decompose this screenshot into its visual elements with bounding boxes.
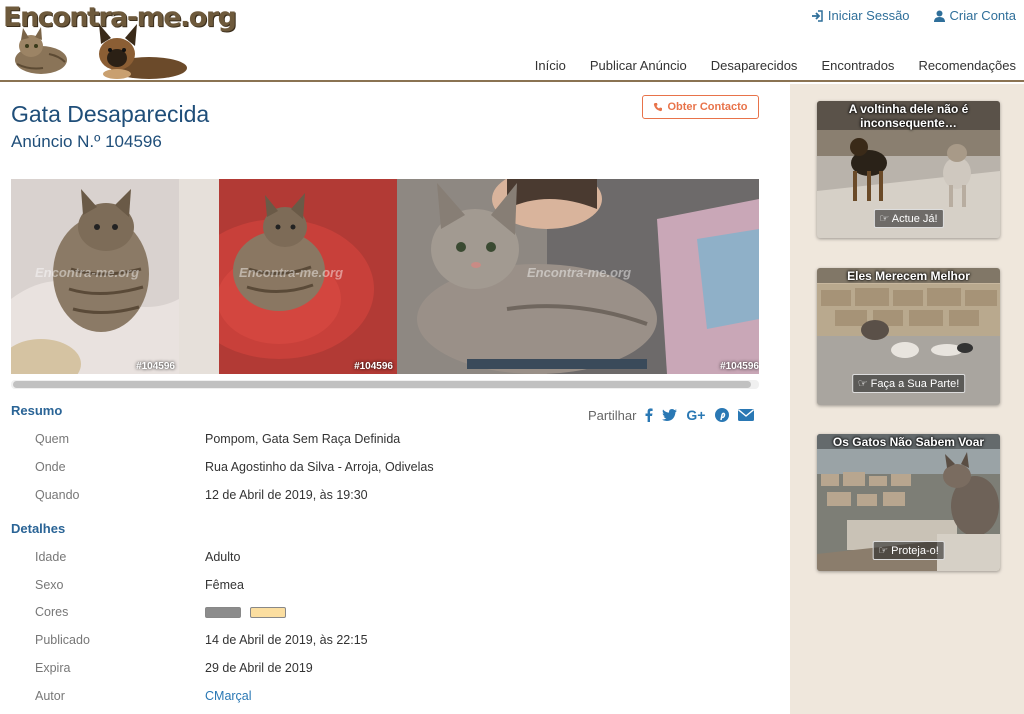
summary-row-who: Quem Pompom, Gata Sem Raça Definida	[35, 432, 755, 452]
sidebar: A voltinha dele não é inconsequente… ☞ A…	[790, 84, 1024, 714]
nav-item-encontrados[interactable]: Encontrados	[821, 58, 894, 73]
photo-id-tag: #104596	[136, 361, 175, 372]
nav-item-recomendacoes[interactable]: Recomendações	[918, 58, 1016, 73]
promo-card-cta-label: Actue Já!	[891, 213, 938, 225]
pinterest-icon[interactable]	[714, 408, 729, 422]
details-row-published: Publicado 14 de Abril de 2019, às 22:15	[35, 633, 755, 653]
user-icon	[933, 10, 945, 22]
cat-photo-1[interactable]: Encontra-me.org #104596	[11, 179, 179, 374]
nav-item-desaparecidos[interactable]: Desaparecidos	[711, 58, 798, 73]
field-label: Onde	[35, 460, 66, 474]
promo-card-caption: A voltinha dele não é inconsequente…	[817, 101, 1000, 130]
login-link[interactable]: Iniciar Sessão	[811, 8, 910, 23]
author-link[interactable]: CMarçal	[205, 689, 252, 703]
summary-heading: Resumo	[11, 403, 63, 418]
gallery-scrollbar[interactable]	[11, 380, 759, 389]
details-row-age: Idade Adulto	[35, 550, 755, 570]
field-label: Idade	[35, 550, 67, 564]
share-label: Partilhar	[588, 407, 637, 423]
field-value: Rua Agostinho da Silva - Arroja, Odivela…	[205, 460, 434, 474]
gallery-scrollbar-thumb[interactable]	[13, 381, 751, 388]
field-label: Quem	[35, 432, 70, 446]
field-value: Pompom, Gata Sem Raça Definida	[205, 432, 401, 446]
field-value: 29 de Abril de 2019	[205, 661, 313, 675]
cat-photo-2[interactable]: Encontra-me.org #104596	[179, 179, 397, 374]
nav-item-inicio[interactable]: Início	[535, 58, 566, 73]
field-label: Autor	[35, 689, 65, 703]
field-label: Sexo	[35, 578, 64, 592]
site-logo[interactable]: Encontra-me.org	[3, 0, 237, 80]
share-bar: Partilhar G+	[588, 407, 754, 423]
photo-watermark: Encontra-me.org	[239, 265, 344, 280]
signup-label: Criar Conta	[949, 8, 1016, 23]
photo-watermark: Encontra-me.org	[527, 265, 632, 280]
color-swatch-grey	[205, 607, 241, 619]
promo-card-cta[interactable]: ☞ Proteja-o!	[872, 541, 945, 560]
details-row-colors: Cores	[35, 605, 755, 625]
promo-card-caption: Eles Merecem Melhor	[817, 268, 1000, 283]
field-value: 14 de Abril de 2019, às 22:15	[205, 633, 368, 647]
promo-card-cta-label: Proteja-o!	[891, 545, 939, 557]
details-heading: Detalhes	[11, 521, 66, 536]
promo-card-cta[interactable]: ☞ Faça a Sua Parte!	[851, 374, 966, 393]
summary-row-where: Onde Rua Agostinho da Silva - Arroja, Od…	[35, 460, 755, 480]
login-label: Iniciar Sessão	[827, 8, 910, 23]
photo-id-tag: #104596	[720, 361, 759, 372]
photo-id-tag: #104596	[354, 361, 393, 372]
field-label: Quando	[35, 488, 80, 502]
page-title: Gata Desaparecida	[11, 101, 210, 127]
promo-card-1[interactable]: A voltinha dele não é inconsequente… ☞ A…	[817, 101, 1000, 238]
promo-card-caption: Os Gatos Não Sabem Voar	[817, 434, 1000, 449]
listing-number: Anúncio N.º 104596	[11, 132, 162, 151]
sign-in-icon	[811, 9, 823, 22]
get-contact-label: Obter Contacto	[667, 101, 748, 113]
field-value: Fêmea	[205, 578, 244, 592]
site-header: Encontra-me.org Iniciar Sessão Criar Con…	[0, 0, 1024, 82]
listing-main: Gata Desaparecida Anúncio N.º 104596 Obt…	[0, 84, 790, 714]
cat-photo-3[interactable]: Encontra-me.org #104596	[397, 179, 759, 374]
signup-link[interactable]: Criar Conta	[933, 8, 1016, 23]
field-label: Expira	[35, 661, 71, 675]
google-plus-icon[interactable]: G+	[686, 407, 705, 423]
twitter-icon[interactable]	[662, 408, 678, 422]
promo-card-cta-label: Faça a Sua Parte!	[870, 378, 960, 390]
details-row-expires: Expira 29 de Abril de 2019	[35, 661, 755, 681]
field-value: Adulto	[205, 550, 241, 564]
facebook-icon[interactable]	[645, 408, 654, 422]
details-row-author: Autor CMarçal	[35, 689, 755, 709]
field-label: Publicado	[35, 633, 90, 647]
photo-watermark: Encontra-me.org	[35, 265, 140, 280]
photo-gallery[interactable]: Encontra-me.org #104596 Encontra-me.org …	[11, 179, 759, 374]
summary-row-when: Quando 12 de Abril de 2019, às 19:30	[35, 488, 755, 508]
nav-item-publicar-anuncio[interactable]: Publicar Anúncio	[590, 58, 687, 73]
field-value: 12 de Abril de 2019, às 19:30	[205, 488, 368, 502]
details-row-sex: Sexo Fêmea	[35, 578, 755, 598]
field-label: Cores	[35, 605, 69, 619]
main-nav: Início Publicar Anúncio Desaparecidos En…	[535, 58, 1016, 73]
color-swatch-cream	[250, 607, 287, 619]
promo-card-3[interactable]: Os Gatos Não Sabem Voar ☞ Proteja-o!	[817, 434, 1000, 571]
phone-icon	[654, 103, 663, 112]
get-contact-button[interactable]: Obter Contacto	[642, 95, 759, 119]
logo-pets-illustration	[15, 24, 187, 79]
color-swatches	[205, 605, 292, 619]
email-icon[interactable]	[737, 409, 754, 421]
promo-card-cta[interactable]: ☞ Actue Já!	[873, 209, 944, 228]
promo-card-2[interactable]: Eles Merecem Melhor ☞ Faça a Sua Parte!	[817, 268, 1000, 405]
